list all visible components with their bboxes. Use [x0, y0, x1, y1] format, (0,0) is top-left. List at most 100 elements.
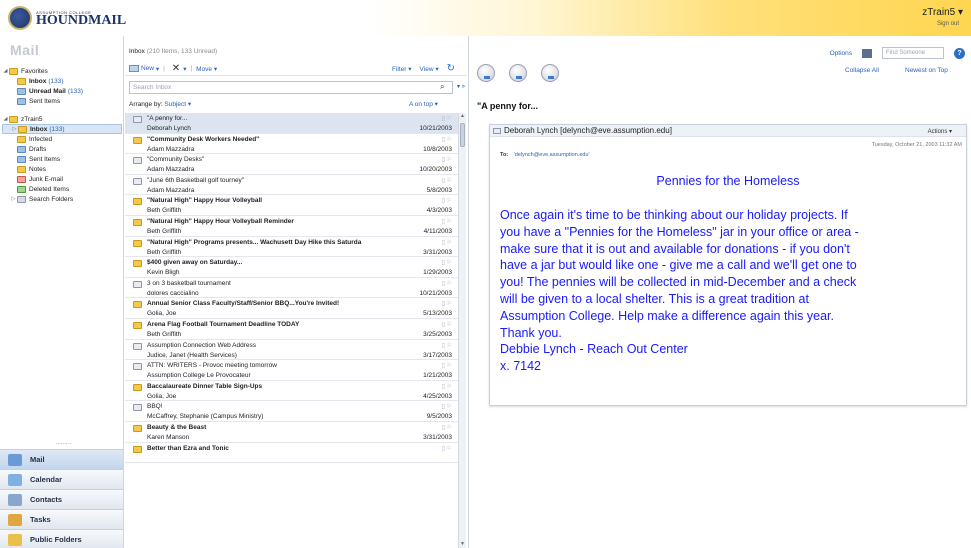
flag-icon[interactable]: ▯ ⚐ — [442, 342, 452, 349]
folder-item[interactable]: ▷ Inbox (133) — [2, 124, 122, 134]
unread-envelope-icon — [133, 321, 142, 329]
message-row[interactable]: $400 given away on Saturday... ▯ ⚐ Kevin B… — [125, 257, 458, 278]
flag-icon[interactable]: ▯ ⚐ — [442, 321, 452, 328]
flag-icon[interactable]: ▯ ⚐ — [442, 136, 452, 143]
message-row[interactable]: "Community Desks" ▯ ⚐ Adam Mazzadra 10/20/2… — [125, 154, 458, 175]
message-subject: "Natural High" Happy Hour Volleyball — [147, 197, 263, 205]
folder-item[interactable]: Drafts — [2, 144, 122, 154]
scroll-down-icon[interactable]: ▼ — [460, 541, 465, 547]
user-menu[interactable]: zTrain5 ▾ — [922, 7, 963, 18]
delete-icon[interactable]: ✕ — [172, 63, 180, 74]
flag-icon[interactable]: ▯ ⚐ — [442, 218, 452, 225]
expand-icon[interactable]: ▷ — [11, 126, 18, 132]
folder-item[interactable]: ◢ Favorites — [2, 66, 122, 76]
folder-item[interactable]: Inbox (133) — [2, 76, 122, 86]
folder-item[interactable]: ◢ zTrain5 — [2, 114, 122, 124]
filter-button[interactable]: Filter ▾ — [392, 65, 412, 73]
message-row[interactable]: "Community Desk Workers Needed" ▯ ⚐ Adam M… — [125, 134, 458, 155]
message-row[interactable]: ATTN: WRITERS - Provoc meeting tomorrow ▯… — [125, 360, 458, 381]
flag-icon[interactable]: ▯ ⚐ — [442, 239, 452, 246]
message-row[interactable]: Assumption Connection Web Address ▯ ⚐ Judi… — [125, 340, 458, 361]
message-sender: Assumption College Le Provocateur — [147, 372, 251, 380]
to-recipient[interactable]: 'delynch@eve.assumption.edu' — [514, 152, 590, 158]
read-envelope-icon — [133, 404, 142, 412]
flag-icon[interactable]: ▯ ⚐ — [442, 362, 452, 369]
module-button-public-folders[interactable]: Public Folders — [0, 529, 123, 548]
reply-icon[interactable] — [477, 64, 495, 82]
flag-icon[interactable]: ▯ ⚐ — [442, 424, 452, 431]
folder-item[interactable]: Notes — [2, 164, 122, 174]
scroll-up-icon[interactable]: ▲ — [460, 113, 465, 119]
search-options-icon[interactable]: ▾ » — [457, 83, 465, 90]
collapse-all-link[interactable]: Collapse All — [845, 67, 879, 74]
flag-icon[interactable]: ▯ ⚐ — [442, 445, 452, 452]
forward-icon[interactable] — [541, 64, 559, 82]
flag-icon[interactable]: ▯ ⚐ — [442, 259, 452, 266]
expand-icon[interactable]: ◢ — [2, 116, 9, 122]
folder-item[interactable]: Unread Mail (133) — [2, 86, 122, 96]
folder-item[interactable]: Junk E-mail — [2, 174, 122, 184]
flag-icon[interactable]: ▯ ⚐ — [442, 403, 452, 410]
folder-item[interactable]: Sent Items — [2, 96, 122, 106]
actions-menu[interactable]: Actions ▾ — [928, 128, 952, 135]
help-icon[interactable]: ? — [954, 47, 965, 59]
flag-icon[interactable]: ▯ ⚐ — [442, 300, 452, 307]
search-icon[interactable]: ⌕ — [440, 82, 444, 92]
find-someone-input[interactable]: Find Someone — [882, 47, 944, 59]
new-button[interactable]: New ▾ — [129, 65, 159, 73]
sent-date: Tuesday, October 21, 2003 11:32 AM — [871, 142, 962, 148]
message-row[interactable]: Better than Ezra and Tonic ▯ ⚐ — [125, 443, 458, 464]
message-subject: Beauty & the Beast — [147, 423, 207, 431]
module-button-contacts[interactable]: Contacts — [0, 489, 123, 509]
delete-dropdown-icon[interactable]: ▾ — [183, 65, 186, 73]
view-button[interactable]: View ▾ — [420, 65, 439, 73]
flag-icon[interactable]: ▯ ⚐ — [442, 197, 452, 204]
arrange-by[interactable]: Arrange by: Subject ▾ — [129, 100, 191, 108]
sender-name[interactable]: Deborah Lynch [delynch@eve.assumption.ed… — [504, 126, 672, 135]
flag-icon[interactable]: ▯ ⚐ — [442, 383, 452, 390]
message-row[interactable]: "Natural High" Programs presents... Wach… — [125, 237, 458, 258]
message-date: 4/25/2003 — [423, 392, 452, 400]
newest-on-top-link[interactable]: Newest on Top — [905, 67, 948, 74]
message-row[interactable]: 3 on 3 basketball tournament ▯ ⚐ dolores c… — [125, 278, 458, 299]
message-list-scrollbar[interactable]: ▲ ▼ — [458, 113, 466, 548]
folder-item[interactable]: Sent Items — [2, 154, 122, 164]
sign-out-link[interactable]: Sign out — [937, 21, 959, 27]
options-link[interactable]: Options — [830, 50, 852, 57]
reply-all-icon[interactable] — [509, 64, 527, 82]
more-buttons-handle[interactable]: ......... — [56, 440, 71, 446]
message-date: 3/31/2003 — [423, 433, 452, 441]
address-book-icon[interactable] — [862, 48, 872, 58]
expand-icon[interactable]: ▷ — [10, 196, 17, 202]
message-row[interactable]: Arena Flag Football Tournament Deadline … — [125, 319, 458, 340]
flag-icon[interactable]: ▯ ⚐ — [442, 177, 452, 184]
search-input[interactable]: Search Inbox — [129, 81, 453, 94]
flag-icon[interactable]: ▯ ⚐ — [442, 156, 452, 163]
message-subject: $400 given away on Saturday... — [147, 259, 243, 267]
chevron-down-icon: ▾ — [154, 65, 160, 73]
message-row[interactable]: "Natural High" Happy Hour Volleyball ▯ ⚐ B… — [125, 195, 458, 216]
sort-order-toggle[interactable]: A on top ▾ — [409, 100, 438, 108]
folder-item[interactable]: Infected — [2, 134, 122, 144]
refresh-icon[interactable]: ↻ — [447, 63, 455, 74]
message-row[interactable]: BBQ! ▯ ⚐ McCaffrey, Stephanie (Campus Mini… — [125, 401, 458, 422]
scroll-thumb[interactable] — [460, 123, 465, 147]
folder-item[interactable]: ▷ Search Folders — [2, 194, 122, 204]
flag-icon[interactable]: ▯ ⚐ — [442, 115, 452, 122]
message-header[interactable]: Deborah Lynch [delynch@eve.assumption.ed… — [490, 125, 966, 137]
message-row[interactable]: Annual Senior Class Faculty/Staff/Senior… — [125, 298, 458, 319]
folder-item[interactable]: Deleted Items — [2, 184, 122, 194]
move-button[interactable]: Move ▾ — [196, 65, 217, 73]
houndmail-logo[interactable]: ASSUMPTION COLLEGE HOUNDMAIL — [8, 6, 126, 30]
arrange-value[interactable]: Subject ▾ — [164, 101, 191, 108]
message-row[interactable]: "Natural High" Happy Hour Volleyball Rem… — [125, 216, 458, 237]
message-row[interactable]: Baccalaureate Dinner Table Sign-Ups ▯ ⚐ Go… — [125, 381, 458, 402]
flag-icon[interactable]: ▯ ⚐ — [442, 280, 452, 287]
message-row[interactable]: "A penny for... ▯ ⚐ Deborah Lynch 10/21/200… — [125, 113, 458, 134]
message-row[interactable]: Beauty & the Beast ▯ ⚐ Karen Manson 3/31/20… — [125, 422, 458, 443]
message-row[interactable]: "June 6th Basketball golf tourney" ▯ ⚐ Ada… — [125, 175, 458, 196]
expand-icon[interactable]: ◢ — [2, 68, 9, 74]
module-button-tasks[interactable]: Tasks — [0, 509, 123, 529]
module-button-mail[interactable]: Mail — [0, 449, 123, 469]
module-button-calendar[interactable]: Calendar — [0, 469, 123, 489]
